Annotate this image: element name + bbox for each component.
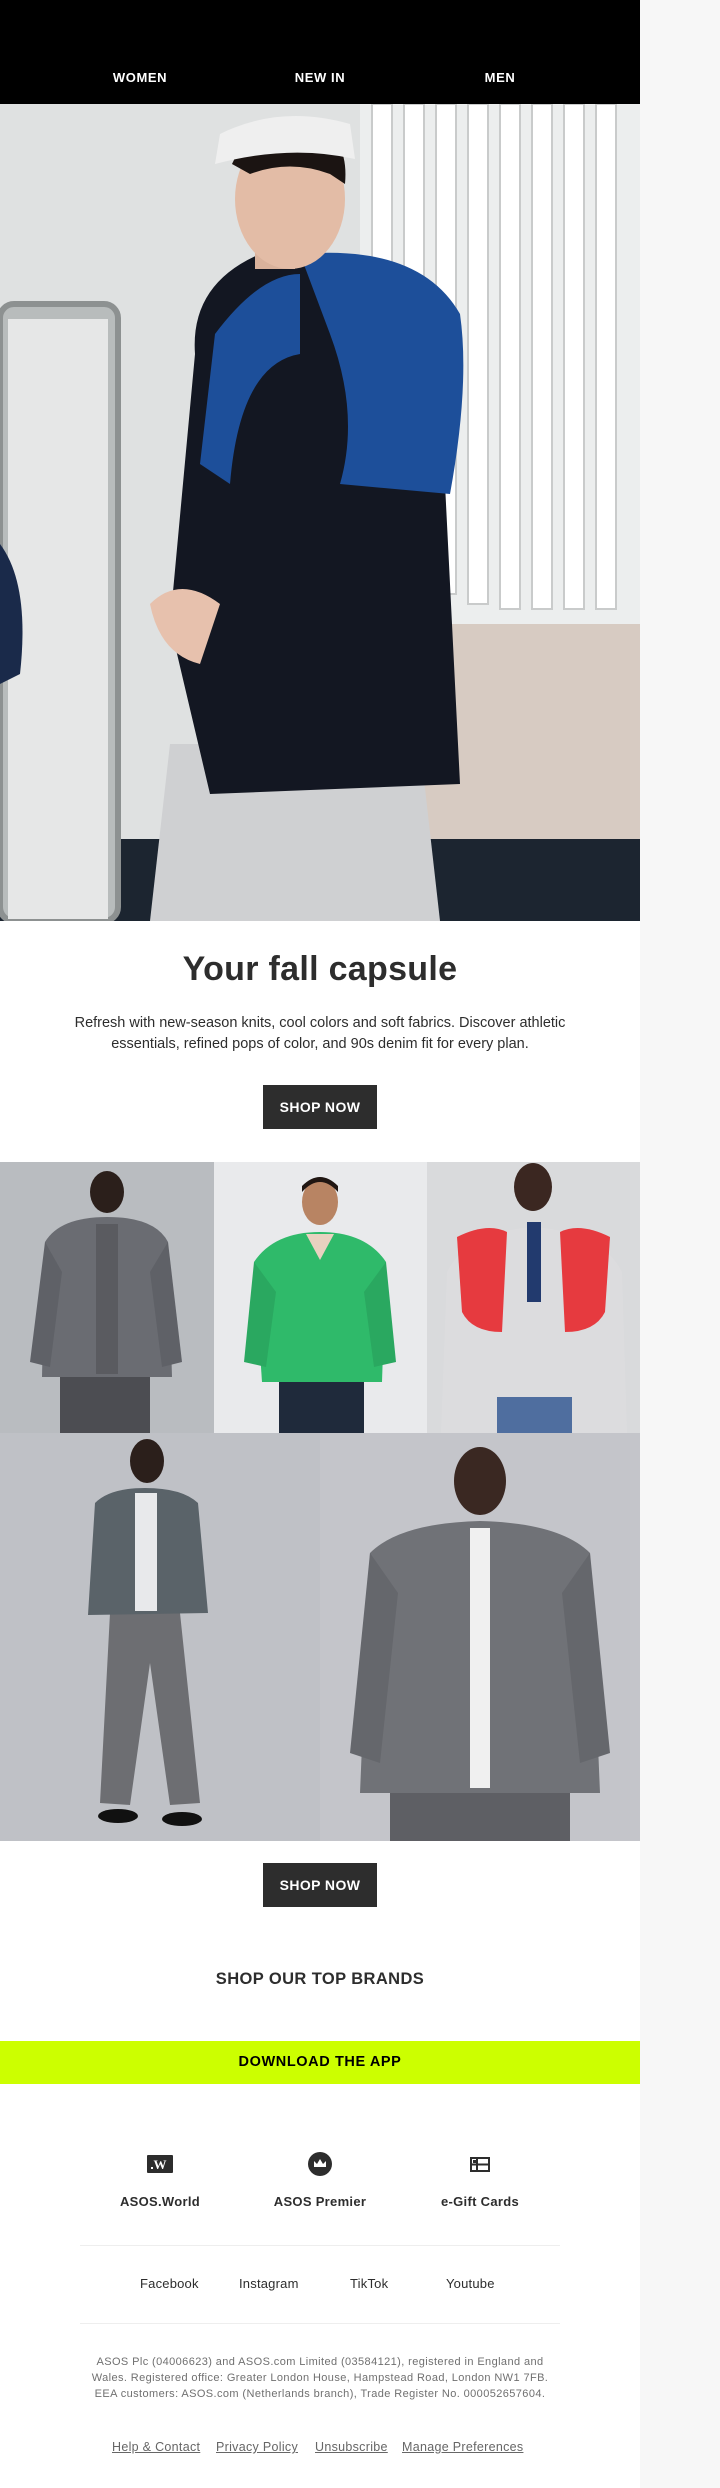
svg-text:W: W [154,2157,167,2172]
privacy-policy-link[interactable]: Privacy Policy [216,2440,298,2454]
feature-asos-world[interactable]: W ASOS.World [80,2150,240,2209]
social-link-youtube[interactable]: Youtube [446,2276,495,2291]
nav-men-link[interactable]: MEN [430,70,570,85]
feature-e-gift-cards[interactable]: e-Gift Cards [400,2150,560,2209]
feature-label: ASOS.World [119,2194,201,2209]
footer-divider [80,2245,560,2246]
header-bar: WOMEN NEW IN MEN [0,0,640,104]
crown-icon [306,2150,334,2178]
social-link-tiktok[interactable]: TikTok [350,2276,388,2291]
hero-subcopy: Refresh with new-season knits, cool colo… [74,1015,566,1052]
grid-image-grey-hoodie-jacket[interactable] [0,1162,214,1433]
nav-women-link[interactable]: WOMEN [70,70,210,85]
footer-divider [80,2323,560,2324]
feature-label: ASOS Premier [273,2194,367,2209]
hero-image[interactable] [0,104,640,921]
gift-card-icon [466,2150,494,2178]
nav-new-in-link[interactable]: NEW IN [250,70,390,85]
brands-heading: SHOP OUR TOP BRANDS [215,1970,425,1988]
shop-now-button-2[interactable]: SHOP NOW [263,1863,377,1907]
legal-text: ASOS Plc (04006623) and ASOS.com Limited… [91,2356,549,2400]
grid-image-red-knit-over-shoulders[interactable] [427,1162,640,1433]
grid-image-green-knit-jumper[interactable] [214,1162,427,1433]
asos-world-icon: W [146,2150,174,2178]
social-link-instagram[interactable]: Instagram [239,2276,299,2291]
manage-preferences-link[interactable]: Manage Preferences [402,2440,523,2454]
email-body: WOMEN NEW IN MEN Your fall capsule Refre… [0,0,640,2488]
feature-asos-premier[interactable]: ASOS Premier [240,2150,400,2209]
grid-image-grey-zip-hoodie[interactable] [320,1433,640,1841]
download-app-banner[interactable]: DOWNLOAD THE APP [0,2041,640,2084]
help-contact-link[interactable]: Help & Contact [112,2440,200,2454]
social-link-facebook[interactable]: Facebook [140,2276,199,2291]
unsubscribe-link[interactable]: Unsubscribe [315,2440,388,2454]
grid-image-grey-overshirt-outfit[interactable] [0,1433,320,1841]
feature-label: e-Gift Cards [440,2194,519,2209]
shop-now-button[interactable]: SHOP NOW [263,1085,377,1129]
hero-headline: Your fall capsule [182,950,458,988]
